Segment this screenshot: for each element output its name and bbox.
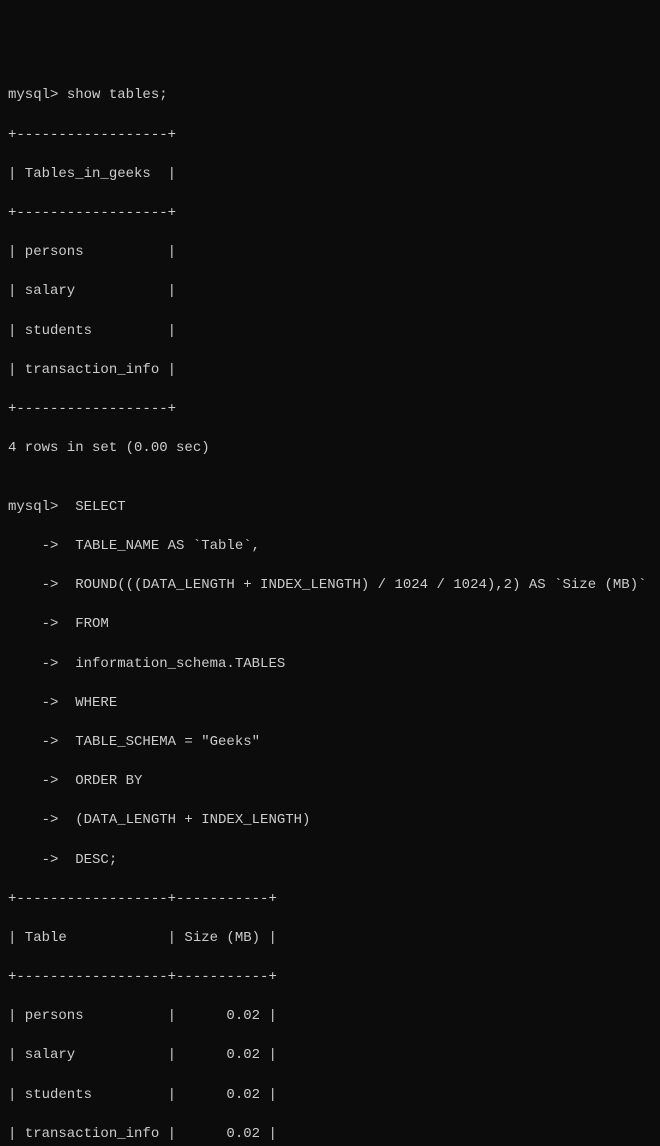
sql-continuation: -> FROM [8, 615, 652, 635]
terminal-line: mysql> show tables; [8, 86, 652, 106]
table-border: +------------------+ [8, 204, 652, 224]
sql-continuation: -> TABLE_NAME AS `Table`, [8, 537, 652, 557]
table-row: | persons | [8, 243, 652, 263]
table-header: | Table | Size (MB) | [8, 929, 652, 949]
sql-continuation: -> information_schema.TABLES [8, 655, 652, 675]
table-border: +------------------+-----------+ [8, 968, 652, 988]
table-border: +------------------+-----------+ [8, 890, 652, 910]
table-row: | transaction_info | [8, 361, 652, 381]
table-border: +------------------+ [8, 126, 652, 146]
sql-command: SELECT [75, 499, 125, 515]
sql-command: show tables; [67, 87, 168, 103]
table-header: | Tables_in_geeks | [8, 165, 652, 185]
sql-continuation: -> ROUND(((DATA_LENGTH + INDEX_LENGTH) /… [8, 576, 652, 596]
table-row: | persons | 0.02 | [8, 1007, 652, 1027]
table-row: | students | [8, 322, 652, 342]
table-row: | transaction_info | 0.02 | [8, 1125, 652, 1145]
sql-continuation: -> DESC; [8, 851, 652, 871]
sql-continuation: -> ORDER BY [8, 772, 652, 792]
result-summary: 4 rows in set (0.00 sec) [8, 439, 652, 459]
mysql-prompt: mysql> [8, 87, 67, 103]
table-border: +------------------+ [8, 400, 652, 420]
table-row: | salary | [8, 282, 652, 302]
table-row: | salary | 0.02 | [8, 1046, 652, 1066]
sql-continuation: -> TABLE_SCHEMA = "Geeks" [8, 733, 652, 753]
sql-continuation: -> WHERE [8, 694, 652, 714]
terminal-line: mysql> SELECT [8, 498, 652, 518]
table-row: | students | 0.02 | [8, 1086, 652, 1106]
mysql-prompt: mysql> [8, 499, 75, 515]
sql-continuation: -> (DATA_LENGTH + INDEX_LENGTH) [8, 811, 652, 831]
